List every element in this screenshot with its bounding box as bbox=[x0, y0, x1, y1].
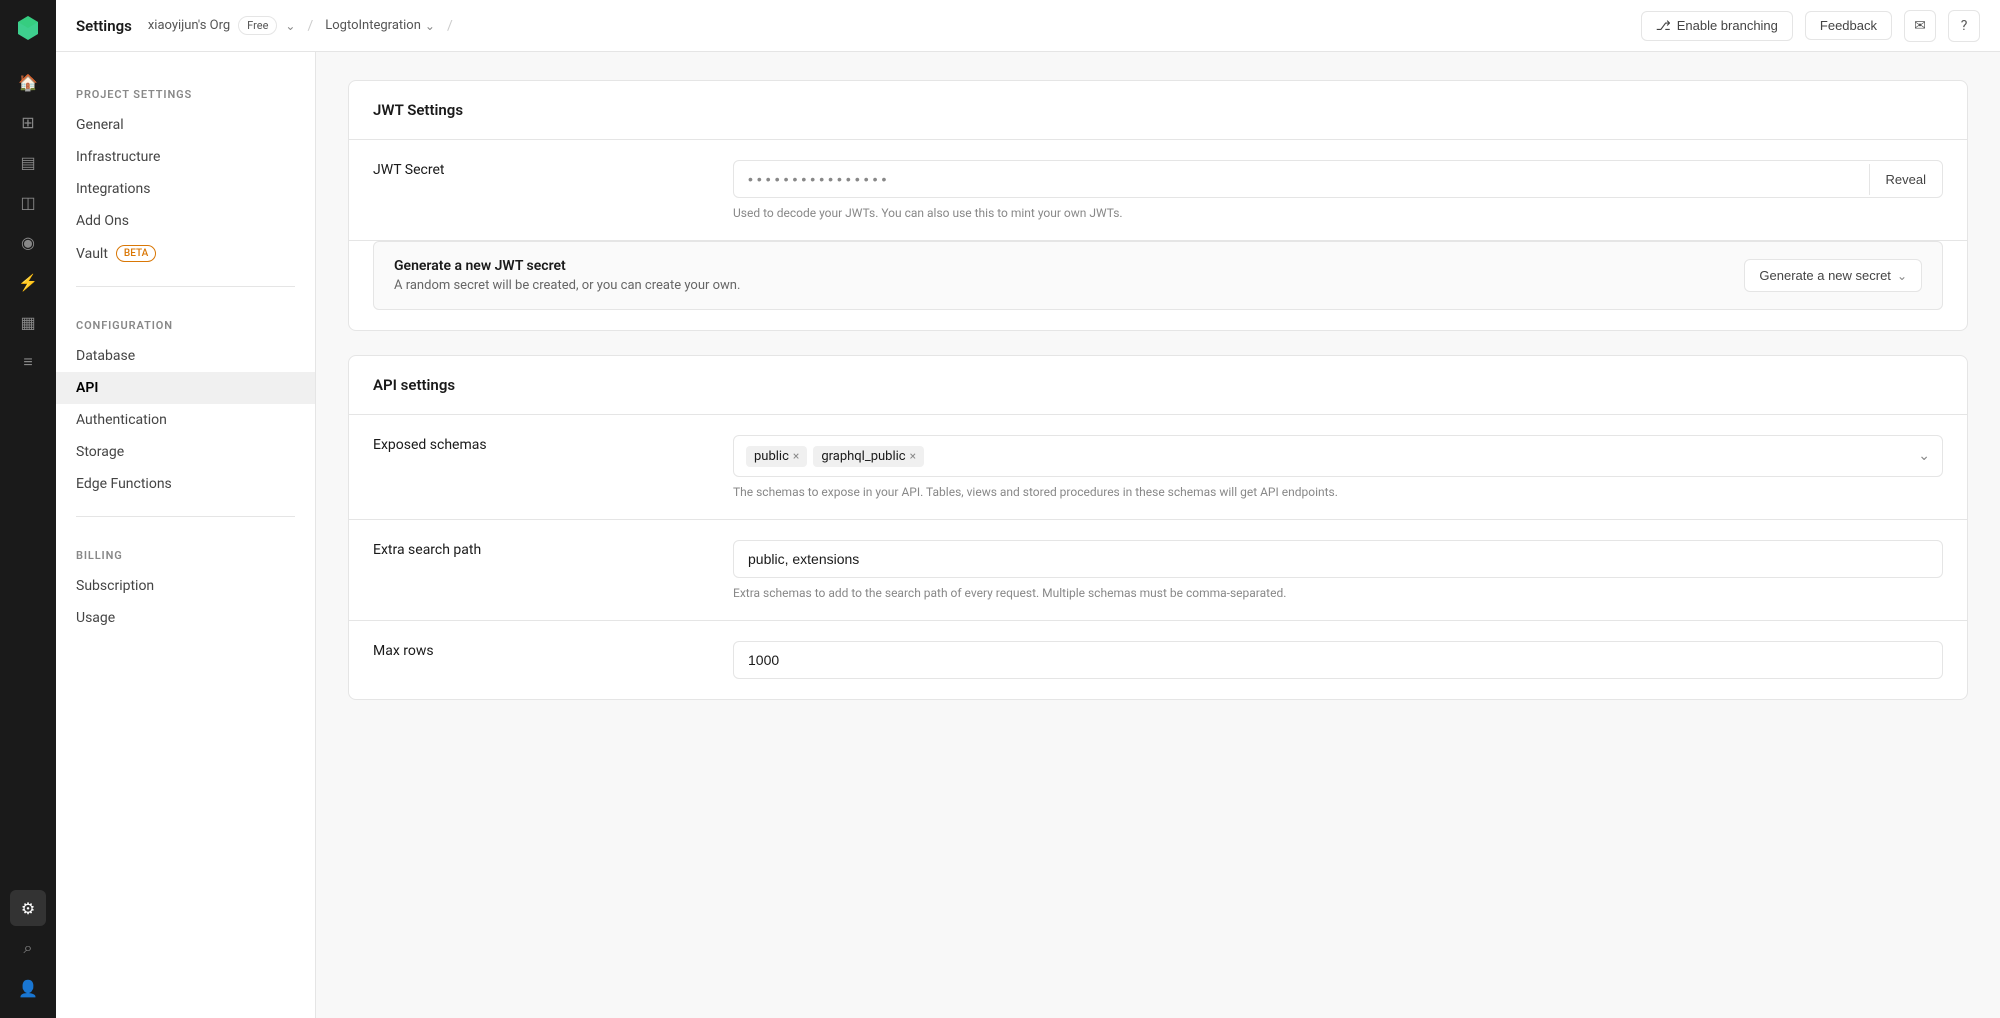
sidebar-item-storage[interactable]: Storage bbox=[56, 436, 315, 468]
nav-auth-icon[interactable]: ◉ bbox=[10, 224, 46, 260]
extra-search-path-input[interactable] bbox=[733, 540, 1943, 578]
mail-icon[interactable]: ✉ bbox=[1904, 10, 1936, 42]
jwt-settings-card: JWT Settings JWT Secret Reveal Used to d… bbox=[348, 80, 1968, 331]
exposed-schemas-content: public × graphql_public × ⌄ The schemas … bbox=[733, 435, 1943, 499]
project-settings-title: PROJECT SETTINGS bbox=[56, 72, 315, 109]
extra-search-path-content: Extra schemas to add to the search path … bbox=[733, 540, 1943, 600]
extra-search-path-label: Extra search path bbox=[373, 540, 733, 558]
reveal-button[interactable]: Reveal bbox=[1869, 164, 1942, 195]
app-title: Settings bbox=[76, 17, 132, 35]
topbar: Settings xiaoyijun's Org Free ⌄ / LogtoI… bbox=[56, 0, 2000, 52]
api-settings-card: API settings Exposed schemas public × gr… bbox=[348, 355, 1968, 700]
max-rows-content bbox=[733, 641, 1943, 679]
separator-1: / bbox=[307, 18, 313, 34]
extra-search-hint: Extra schemas to add to the search path … bbox=[733, 586, 1943, 600]
generate-box-desc: A random secret will be created, or you … bbox=[394, 278, 740, 293]
enable-branching-button[interactable]: ⎇ Enable branching bbox=[1641, 11, 1793, 41]
exposed-schemas-row: Exposed schemas public × graphql_public … bbox=[349, 415, 1967, 520]
branch-icon: ⎇ bbox=[1656, 18, 1671, 34]
sidebar-item-general[interactable]: General bbox=[56, 109, 315, 141]
configuration-title: CONFIGURATION bbox=[56, 303, 315, 340]
nav-logs-icon[interactable]: ≡ bbox=[10, 344, 46, 380]
max-rows-row: Max rows bbox=[349, 621, 1967, 699]
nav-table-icon[interactable]: ⊞ bbox=[10, 104, 46, 140]
generate-box-text: Generate a new JWT secret A random secre… bbox=[394, 258, 740, 293]
nav-avatar-icon[interactable]: 👤 bbox=[10, 970, 46, 1006]
sidebar-item-addons[interactable]: Add Ons bbox=[56, 205, 315, 237]
topbar-actions: ⎇ Enable branching Feedback ✉ ? bbox=[1641, 10, 1980, 42]
jwt-settings-title: JWT Settings bbox=[349, 81, 1967, 140]
separator-2: / bbox=[447, 18, 453, 34]
sidebar-item-usage[interactable]: Usage bbox=[56, 602, 315, 634]
nav-settings-icon[interactable]: ⚙ bbox=[10, 890, 46, 926]
sidebar-item-authentication[interactable]: Authentication bbox=[56, 404, 315, 436]
schema-chip-graphql-public: graphql_public × bbox=[813, 446, 924, 467]
jwt-secret-input-wrapper: Reveal bbox=[733, 160, 1943, 198]
sidebar-item-infrastructure[interactable]: Infrastructure bbox=[56, 141, 315, 173]
icon-rail: 🏠 ⊞ ▤ ◫ ◉ ⚡ ▦ ≡ ⚙ ⌕ 👤 bbox=[0, 0, 56, 1018]
sidebar-item-edge-functions[interactable]: Edge Functions bbox=[56, 468, 315, 500]
help-icon[interactable]: ? bbox=[1948, 10, 1980, 42]
exposed-schemas-label: Exposed schemas bbox=[373, 435, 733, 453]
sidebar-item-database[interactable]: Database bbox=[56, 340, 315, 372]
sidebar-item-integrations[interactable]: Integrations bbox=[56, 173, 315, 205]
sidebar-item-subscription[interactable]: Subscription bbox=[56, 570, 315, 602]
schemas-hint: The schemas to expose in your API. Table… bbox=[733, 485, 1943, 499]
nav-home-icon[interactable]: 🏠 bbox=[10, 64, 46, 100]
generate-new-secret-button[interactable]: Generate a new secret ⌄ bbox=[1744, 259, 1922, 292]
nav-reports-icon[interactable]: ▦ bbox=[10, 304, 46, 340]
generate-secret-box: Generate a new JWT secret A random secre… bbox=[373, 241, 1943, 310]
jwt-secret-content: Reveal Used to decode your JWTs. You can… bbox=[733, 160, 1943, 220]
extra-search-path-row: Extra search path Extra schemas to add t… bbox=[349, 520, 1967, 621]
jwt-secret-hint: Used to decode your JWTs. You can also u… bbox=[733, 206, 1943, 220]
jwt-secret-row: JWT Secret Reveal Used to decode your JW… bbox=[349, 140, 1967, 241]
billing-title: BILLING bbox=[56, 533, 315, 570]
project-name[interactable]: LogtoIntegration ⌄ bbox=[325, 18, 435, 33]
max-rows-label: Max rows bbox=[373, 641, 733, 659]
sidebar-divider-2 bbox=[76, 516, 295, 517]
main-content: JWT Settings JWT Secret Reveal Used to d… bbox=[316, 52, 2000, 1018]
remove-public-chip[interactable]: × bbox=[793, 449, 799, 463]
jwt-secret-label: JWT Secret bbox=[373, 160, 733, 178]
generate-box-title: Generate a new JWT secret bbox=[394, 258, 740, 274]
free-badge[interactable]: Free bbox=[238, 16, 277, 35]
nav-functions-icon[interactable]: ⚡ bbox=[10, 264, 46, 300]
api-settings-title: API settings bbox=[349, 356, 1967, 415]
schema-chip-public: public × bbox=[746, 446, 807, 467]
org-name[interactable]: xiaoyijun's Org bbox=[148, 18, 230, 33]
sidebar-item-vault[interactable]: Vault BETA bbox=[56, 237, 315, 270]
nav-search-icon[interactable]: ⌕ bbox=[10, 930, 46, 966]
project-chevron-icon[interactable]: ⌄ bbox=[425, 19, 435, 33]
feedback-button[interactable]: Feedback bbox=[1805, 11, 1892, 40]
schemas-dropdown-icon[interactable]: ⌄ bbox=[1918, 448, 1930, 464]
nav-storage-icon[interactable]: ◫ bbox=[10, 184, 46, 220]
max-rows-input[interactable] bbox=[733, 641, 1943, 679]
generate-chevron-icon: ⌄ bbox=[1897, 269, 1907, 283]
org-chevron-icon[interactable]: ⌄ bbox=[285, 19, 295, 33]
vault-beta-badge: BETA bbox=[116, 245, 156, 262]
main-wrapper: Settings xiaoyijun's Org Free ⌄ / LogtoI… bbox=[56, 0, 2000, 1018]
schemas-tags-input[interactable]: public × graphql_public × ⌄ bbox=[733, 435, 1943, 477]
nav-editor-icon[interactable]: ▤ bbox=[10, 144, 46, 180]
jwt-secret-input[interactable] bbox=[734, 161, 1869, 197]
remove-graphql-public-chip[interactable]: × bbox=[910, 449, 916, 463]
sidebar-item-api[interactable]: API bbox=[56, 372, 315, 404]
sidebar: PROJECT SETTINGS General Infrastructure … bbox=[56, 52, 316, 1018]
sidebar-divider-1 bbox=[76, 286, 295, 287]
app-logo[interactable] bbox=[12, 12, 44, 44]
